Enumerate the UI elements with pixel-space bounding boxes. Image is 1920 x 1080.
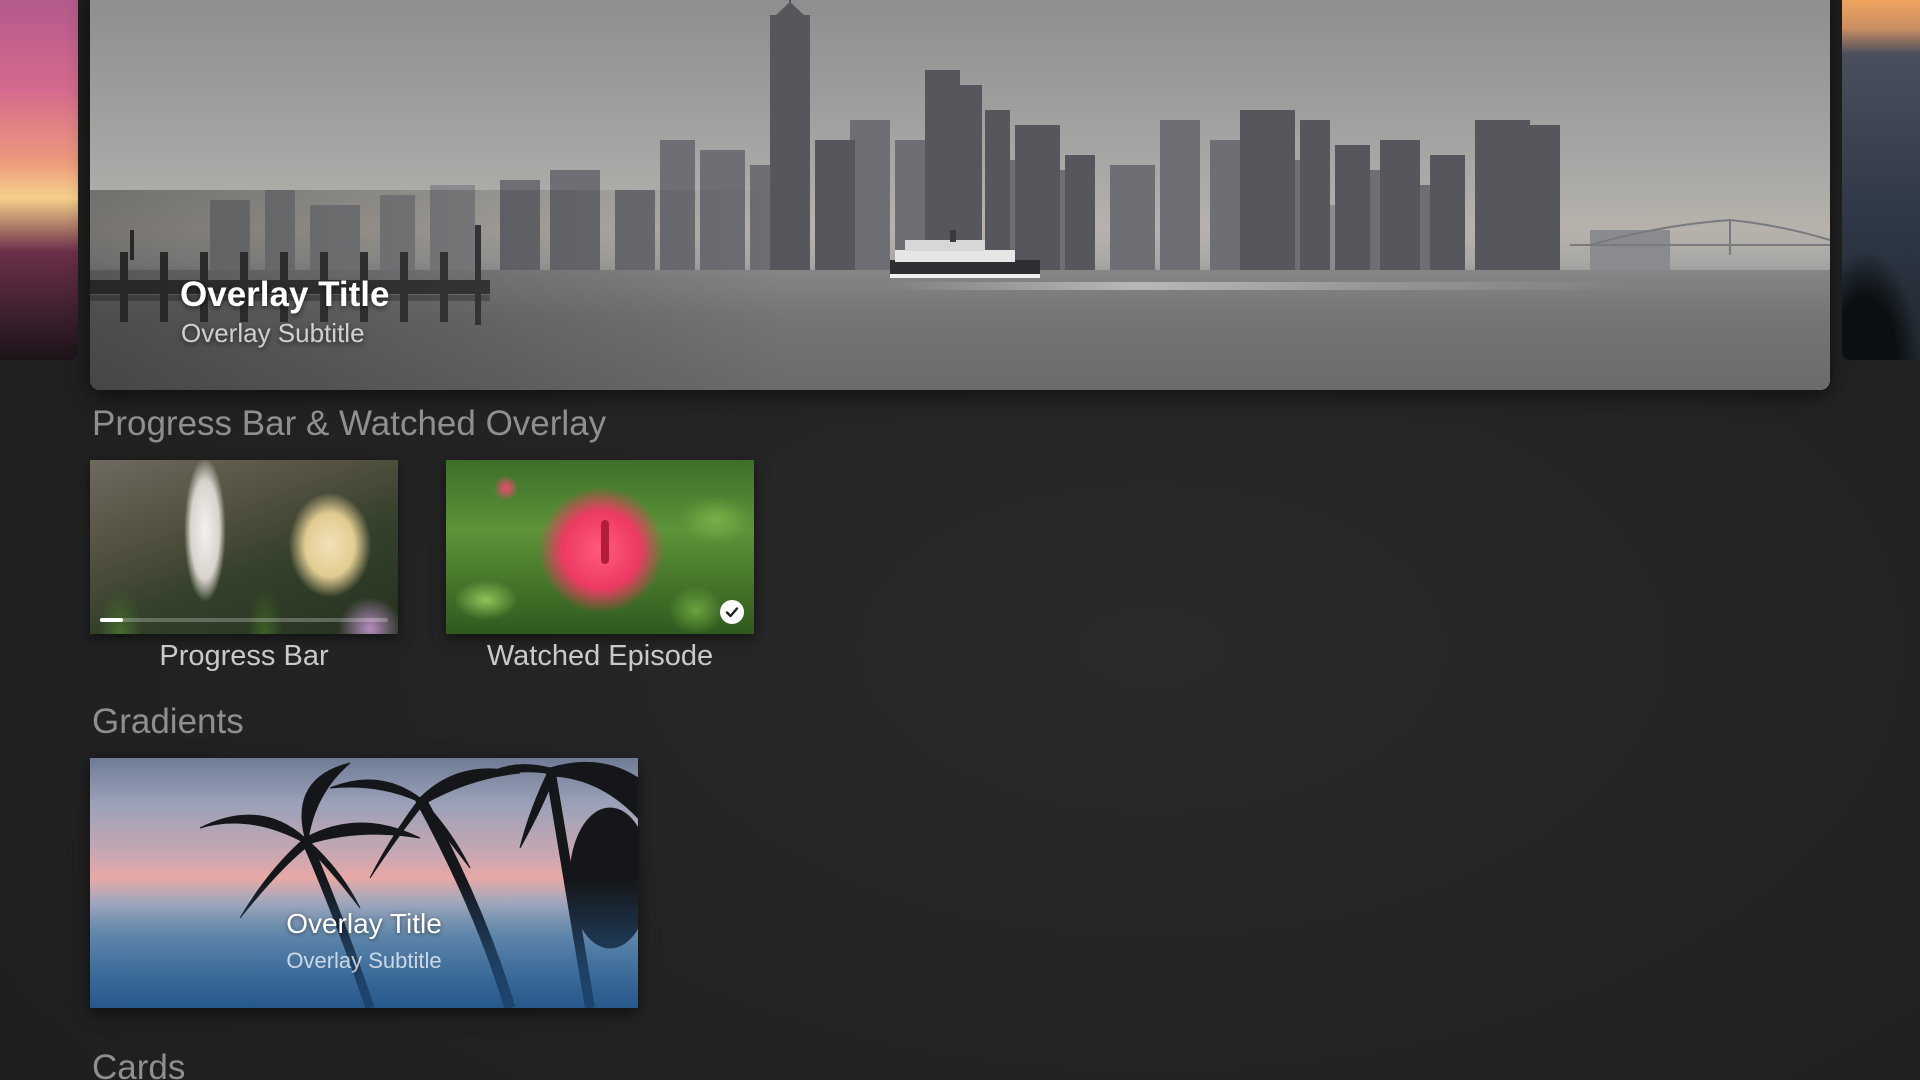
- hero-carousel-item[interactable]: Overlay Title Overlay Subtitle: [90, 0, 1830, 390]
- section-title-cards: Cards: [92, 1048, 186, 1080]
- watched-episode-card-label: Watched Episode: [486, 640, 714, 672]
- carousel-item-next[interactable]: [1842, 0, 1920, 360]
- app-screen: Overlay Title Overlay Subtitle Progress …: [0, 0, 1920, 1080]
- carousel-item-previous[interactable]: [0, 0, 78, 360]
- palm-silhouette: [1842, 250, 1920, 360]
- gradient-overlay: [90, 878, 638, 1008]
- section-title-progress-watched: Progress Bar & Watched Overlay: [92, 404, 607, 443]
- checkmark-icon: [720, 600, 744, 624]
- progress-fill: [100, 618, 124, 622]
- gradient-card[interactable]: Overlay Title Overlay Subtitle: [90, 758, 638, 1008]
- hero-overlay-subtitle: Overlay Subtitle: [181, 318, 365, 348]
- watched-episode-card[interactable]: [446, 460, 754, 634]
- progress-bar-card[interactable]: [90, 460, 398, 634]
- progress-track: [100, 618, 388, 622]
- section-title-gradients: Gradients: [92, 702, 244, 741]
- progress-bar-card-label: Progress Bar: [159, 640, 329, 672]
- hero-overlay-title: Overlay Title: [180, 275, 390, 314]
- gradient-card-overlay-title: Overlay Title: [286, 908, 442, 939]
- card-image-flower-pistil: [601, 520, 609, 564]
- gradient-card-overlay-subtitle: Overlay Subtitle: [286, 948, 442, 973]
- card-image-foliage: [446, 460, 754, 634]
